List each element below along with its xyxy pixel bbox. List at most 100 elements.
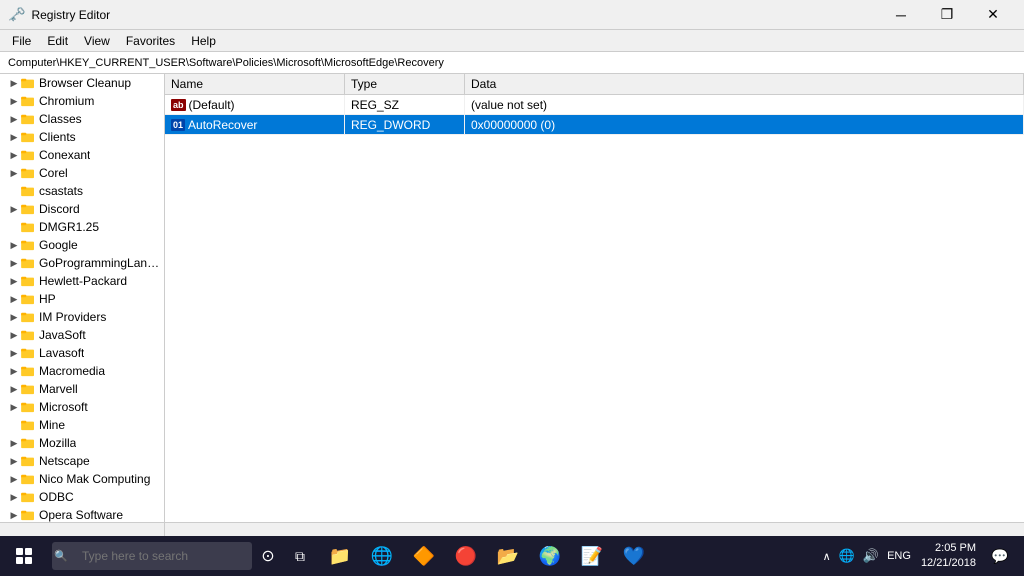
tree-item-browser-cleanup[interactable]: ▶ Browser Cleanup — [0, 74, 164, 92]
values-header: Name Type Data — [165, 74, 1024, 95]
menu-item-favorites[interactable]: Favorites — [118, 32, 183, 50]
folder-icon — [20, 436, 36, 450]
main-area: ▶ Browser Cleanup ▶ Chromium ▶ — [0, 74, 1024, 522]
tree-item-conexant[interactable]: ▶ Conexant — [0, 146, 164, 164]
folder-icon — [20, 490, 36, 504]
values-panel[interactable]: Name Type Data ab (Default) REG_SZ (valu… — [165, 74, 1024, 522]
tree-item-nico-computing[interactable]: ▶ Nico Mak Computing — [0, 470, 164, 488]
tree-panel[interactable]: ▶ Browser Cleanup ▶ Chromium ▶ — [0, 74, 165, 522]
folder-icon — [20, 382, 36, 396]
tree-item-mine[interactable]: Mine — [0, 416, 164, 434]
value-row-autorecover[interactable]: 01 AutoRecover REG_DWORD 0x00000000 (0) — [165, 115, 1024, 135]
search-input[interactable] — [52, 542, 252, 570]
minimize-button[interactable]: ─ — [878, 0, 924, 30]
tree-item-lavasoft[interactable]: ▶ Lavasoft — [0, 344, 164, 362]
tree-item-label: Classes — [39, 112, 82, 126]
taskbar-app-folder[interactable]: 📂 — [488, 536, 528, 576]
tray-network[interactable]: 🌐 — [837, 546, 857, 566]
cortana-button[interactable]: ⊙ — [252, 536, 284, 576]
folder-icon — [20, 94, 36, 108]
tree-item-hewlett[interactable]: ▶ Hewlett-Packard — [0, 272, 164, 290]
tree-item-javasoft[interactable]: ▶ JavaSoft — [0, 326, 164, 344]
tree-item-marvell[interactable]: ▶ Marvell — [0, 380, 164, 398]
tree-item-odbc[interactable]: ▶ ODBC — [0, 488, 164, 506]
tree-arrow: ▶ — [8, 384, 20, 395]
taskbar-app-file-explorer[interactable]: 📁 — [320, 536, 360, 576]
address-path: Computer\HKEY_CURRENT_USER\Software\Poli… — [4, 56, 448, 70]
menu-item-edit[interactable]: Edit — [39, 32, 76, 50]
folder-icon — [20, 418, 36, 432]
tree-item-label: GoProgrammingLangua... — [39, 256, 164, 270]
folder-icon — [20, 238, 36, 252]
menu-item-help[interactable]: Help — [183, 32, 224, 50]
tree-item-label: Browser Cleanup — [39, 76, 131, 90]
value-name: ab (Default) — [165, 95, 345, 114]
tree-item-label: Opera Software — [39, 508, 123, 522]
tree-item-classes[interactable]: ▶ Classes — [0, 110, 164, 128]
close-button[interactable]: ✕ — [970, 0, 1016, 30]
tree-item-label: Google — [39, 238, 78, 252]
notification-button[interactable]: 💬 — [984, 536, 1016, 576]
taskbar-app-chrome[interactable]: 🌍 — [530, 536, 570, 576]
tree-item-im-providers[interactable]: ▶ IM Providers — [0, 308, 164, 326]
taskbar-app-edge[interactable]: 🌐 — [362, 536, 402, 576]
tree-item-label: Conexant — [39, 148, 90, 162]
tree-arrow: ▶ — [8, 474, 20, 485]
folder-icon — [20, 274, 36, 288]
tree-item-netscape[interactable]: ▶ Netscape — [0, 452, 164, 470]
folder-icon — [20, 76, 36, 90]
tray-volume[interactable]: 🔊 — [861, 546, 881, 566]
tree-item-label: Lavasoft — [39, 346, 84, 360]
tray-icons: ∧ 🌐 🔊 ENG — [821, 546, 913, 566]
taskbar-app-opera[interactable]: 🔴 — [446, 536, 486, 576]
tree-arrow: ▶ — [8, 366, 20, 377]
tree-item-label: ODBC — [39, 490, 74, 504]
tree-arrow: ▶ — [8, 78, 20, 89]
tree-arrow: ▶ — [8, 96, 20, 107]
tree-arrow: ▶ — [8, 492, 20, 503]
tree-item-macromedia[interactable]: ▶ Macromedia — [0, 362, 164, 380]
folder-icon — [20, 508, 36, 522]
tree-arrow: ▶ — [8, 276, 20, 287]
tree-item-label: Netscape — [39, 454, 90, 468]
value-data: 0x00000000 (0) — [465, 115, 1024, 134]
tree-item-microsoft[interactable]: ▶ Microsoft — [0, 398, 164, 416]
menu-item-file[interactable]: File — [4, 32, 39, 50]
tree-item-dmgr125[interactable]: DMGR1.25 — [0, 218, 164, 236]
folder-icon — [20, 202, 36, 216]
tree-item-label: Nico Mak Computing — [39, 472, 150, 486]
start-button[interactable] — [4, 536, 44, 576]
task-view-button[interactable]: ⧉ — [284, 536, 316, 576]
tree-item-mozilla[interactable]: ▶ Mozilla — [0, 434, 164, 452]
menu-bar: FileEditViewFavoritesHelp — [0, 30, 1024, 52]
tree-item-label: Discord — [39, 202, 80, 216]
tree-item-hp[interactable]: ▶ HP — [0, 290, 164, 308]
value-row-default[interactable]: ab (Default) REG_SZ (value not set) — [165, 95, 1024, 115]
tree-item-csastats[interactable]: csastats — [0, 182, 164, 200]
tree-arrow: ▶ — [8, 114, 20, 125]
time-display[interactable]: 2:05 PM 12/21/2018 — [917, 541, 980, 572]
col-header-data: Data — [465, 74, 1024, 94]
tree-arrow: ▶ — [8, 150, 20, 161]
tree-item-opera-software[interactable]: ▶ Opera Software — [0, 506, 164, 522]
tree-item-corel[interactable]: ▶ Corel — [0, 164, 164, 182]
taskbar-app-vscode[interactable]: 💙 — [614, 536, 654, 576]
tree-item-goprog[interactable]: ▶ GoProgrammingLangua... — [0, 254, 164, 272]
tree-item-label: Corel — [39, 166, 68, 180]
tray-language[interactable]: ENG — [885, 548, 913, 564]
value-type: REG_DWORD — [345, 115, 465, 134]
menu-item-view[interactable]: View — [76, 32, 118, 50]
tree-item-clients[interactable]: ▶ Clients — [0, 128, 164, 146]
taskbar-app-vlc[interactable]: 🔶 — [404, 536, 444, 576]
tree-arrow: ▶ — [8, 402, 20, 413]
taskbar-app-word[interactable]: 📝 — [572, 536, 612, 576]
tree-item-label: Hewlett-Packard — [39, 274, 127, 288]
tree-arrow: ▶ — [8, 348, 20, 359]
tray-chevron[interactable]: ∧ — [821, 548, 833, 565]
tree-item-chromium[interactable]: ▶ Chromium — [0, 92, 164, 110]
tree-item-discord[interactable]: ▶ Discord — [0, 200, 164, 218]
maximize-button[interactable]: ❐ — [924, 0, 970, 30]
value-type: REG_SZ — [345, 95, 465, 114]
taskbar: ⊙ ⧉ 📁🌐🔶🔴📂🌍📝💙 ∧ 🌐 🔊 ENG 2:05 PM 12/21/201… — [0, 536, 1024, 576]
tree-item-google[interactable]: ▶ Google — [0, 236, 164, 254]
